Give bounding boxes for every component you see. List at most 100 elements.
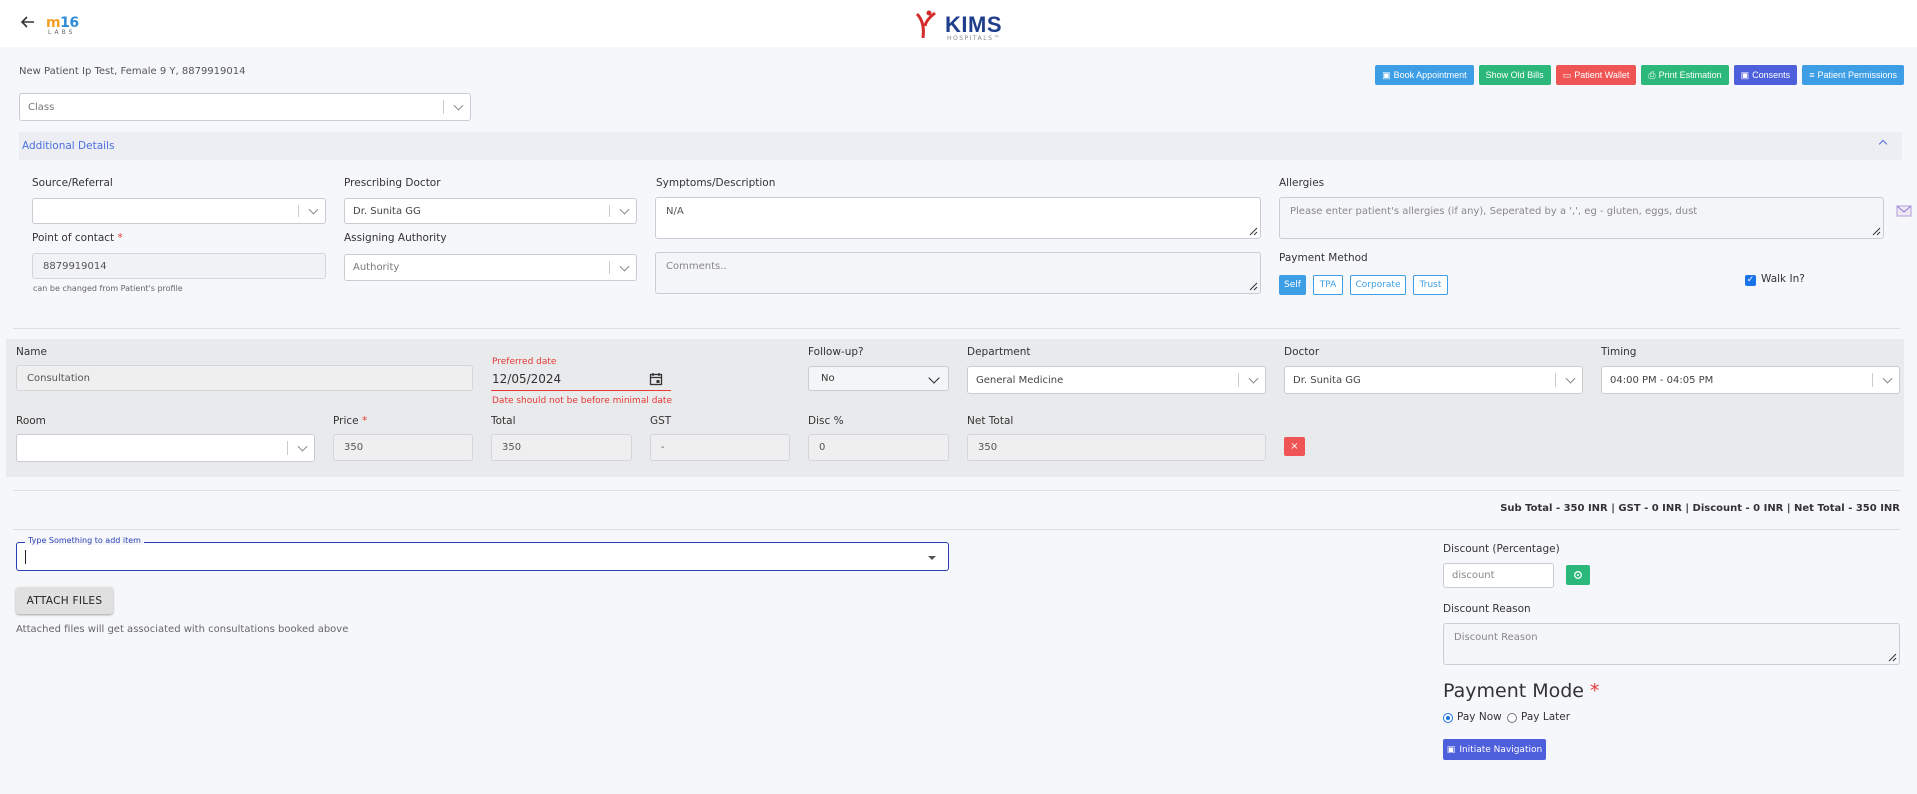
payment-method-label: Payment Method — [1279, 252, 1368, 264]
m16-logo: m16 LABS — [46, 15, 79, 36]
price-label: Price * — [333, 415, 368, 427]
print-estimation-button[interactable]: ⎙ Print Estimation — [1641, 65, 1729, 85]
wallet-icon: ▭ — [1562, 69, 1572, 80]
total-label: Total — [491, 415, 516, 427]
assigning-authority-label: Assigning Authority — [344, 232, 447, 244]
point-of-contact-label: Point of contact * — [32, 232, 123, 244]
payment-mode-title: Payment Mode * — [1443, 680, 1600, 702]
discount-percentage-label: Discount (Percentage) — [1443, 543, 1560, 555]
patient-permissions-button[interactable]: ≡ Patient Permissions — [1802, 65, 1904, 85]
walk-in-checkbox[interactable]: ✓ — [1745, 275, 1756, 286]
item-name-input[interactable]: Consultation — [16, 365, 473, 391]
assigning-authority-select[interactable]: Authority — [344, 254, 637, 281]
chevron-down-icon — [619, 204, 630, 215]
book-appointment-button[interactable]: ▣ Book Appointment — [1375, 65, 1474, 85]
resize-handle-icon[interactable] — [1871, 226, 1881, 236]
net-total-input: 350 — [967, 434, 1266, 461]
timing-select[interactable]: 04:00 PM - 04:05 PM — [1601, 366, 1900, 394]
point-of-contact-input[interactable]: 8879919014 — [32, 253, 326, 279]
discount-reason-textarea[interactable]: Discount Reason — [1443, 623, 1900, 665]
attach-files-button[interactable]: ATTACH FILES — [16, 587, 113, 614]
divider — [13, 328, 1900, 329]
symptoms-textarea[interactable]: N/A — [655, 197, 1261, 239]
room-select[interactable] — [16, 434, 315, 462]
chevron-down-icon — [297, 441, 308, 452]
mail-icon[interactable] — [1896, 203, 1912, 219]
gst-input: - — [650, 434, 790, 461]
comments-textarea[interactable]: Comments.. — [655, 252, 1261, 294]
delete-item-button[interactable]: × — [1284, 437, 1305, 456]
preferred-date-input[interactable]: 12/05/2024 — [491, 368, 671, 391]
back-arrow-icon[interactable] — [19, 13, 37, 31]
payment-method-corporate[interactable]: Corporate — [1350, 275, 1406, 295]
patient-wallet-button[interactable]: ▭ Patient Wallet — [1555, 65, 1637, 85]
name-label: Name — [16, 346, 47, 358]
refresh-icon — [1574, 571, 1582, 579]
divider — [13, 490, 1900, 491]
apply-discount-button[interactable] — [1566, 565, 1590, 585]
net-total-label: Net Total — [967, 415, 1014, 427]
consents-button[interactable]: ▣ Consents — [1733, 65, 1798, 85]
doctor-select[interactable]: Dr. Sunita GG — [1284, 366, 1583, 394]
dropdown-arrow-icon[interactable] — [928, 556, 936, 560]
chevron-down-icon — [928, 372, 940, 384]
discount-percentage-input[interactable]: discount — [1443, 563, 1554, 588]
chevron-down-icon — [453, 100, 464, 111]
chevron-down-icon — [1882, 373, 1893, 384]
poc-hint: can be changed from Patient's profile — [33, 284, 183, 293]
save-icon: ▣ — [1446, 744, 1456, 755]
pay-now-radio[interactable] — [1443, 713, 1453, 723]
price-input[interactable]: 350 — [333, 434, 473, 461]
payment-method-tpa[interactable]: TPA — [1313, 275, 1343, 295]
kims-emblem-icon — [915, 10, 936, 39]
resize-handle-icon[interactable] — [1887, 652, 1897, 662]
payment-method-trust[interactable]: Trust — [1413, 275, 1448, 295]
chevron-down-icon — [1565, 373, 1576, 384]
payment-method-self[interactable]: Self — [1279, 275, 1306, 295]
source-referral-select[interactable] — [32, 198, 326, 224]
resize-handle-icon[interactable] — [1248, 281, 1258, 291]
timing-label: Timing — [1601, 346, 1637, 358]
totals-summary: Sub Total - 350 INR | GST - 0 INR | Disc… — [1500, 503, 1900, 514]
print-icon: ⎙ — [1648, 69, 1656, 80]
additional-details-toggle[interactable]: Additional Details — [19, 132, 1902, 160]
discount-reason-label: Discount Reason — [1443, 603, 1531, 615]
pay-later-label: Pay Later — [1521, 711, 1571, 723]
add-item-input[interactable]: Type Something to add item — [16, 536, 949, 571]
close-icon: × — [1290, 441, 1299, 452]
prescribing-doctor-label: Prescribing Doctor — [344, 177, 441, 189]
preferred-date-label: Preferred date — [492, 357, 557, 367]
prescribing-doctor-select[interactable]: Dr. Sunita GG — [344, 198, 637, 224]
divider — [13, 529, 1900, 530]
follow-up-label: Follow-up? — [808, 346, 864, 358]
show-old-bills-button[interactable]: Show Old Bills — [1478, 65, 1551, 85]
allergies-textarea[interactable]: Please enter patient's allergies (if any… — [1279, 197, 1884, 239]
pay-later-radio[interactable] — [1507, 713, 1517, 723]
disc-input[interactable]: 0 — [808, 434, 949, 461]
chevron-down-icon — [308, 204, 319, 215]
doctor-label: Doctor — [1284, 346, 1320, 358]
calendar-icon[interactable] — [649, 372, 663, 386]
source-referral-label: Source/Referral — [32, 177, 113, 189]
follow-up-select[interactable]: No — [808, 366, 949, 391]
date-error-message: Date should not be before minimal date — [492, 396, 672, 406]
action-buttons: ▣ Book Appointment Show Old Bills ▭ Patien… — [1375, 65, 1904, 85]
save-icon: ▣ — [1382, 69, 1391, 80]
text-cursor — [25, 550, 26, 564]
department-select[interactable]: General Medicine — [967, 366, 1266, 394]
initiate-navigation-button[interactable]: ▣ Initiate Navigation — [1443, 739, 1546, 760]
chevron-down-icon — [619, 261, 630, 272]
pay-now-label: Pay Now — [1457, 711, 1502, 723]
chevron-up-icon — [1878, 139, 1888, 149]
patient-info: New Patient Ip Test, Female 9 Y, 8879919… — [19, 66, 246, 77]
allergies-label: Allergies — [1279, 177, 1325, 189]
department-label: Department — [967, 346, 1031, 358]
walk-in-label: Walk In? — [1761, 273, 1805, 285]
class-select[interactable]: Class — [19, 93, 471, 121]
attach-hint: Attached files will get associated with … — [16, 624, 349, 635]
chevron-down-icon — [1248, 373, 1259, 384]
list-icon: ≡ — [1809, 70, 1815, 80]
resize-handle-icon[interactable] — [1248, 226, 1258, 236]
top-bar: m16 LABS KIMS HOSPITALS™ — [0, 0, 1917, 47]
symptoms-label: Symptoms/Description — [656, 177, 776, 189]
